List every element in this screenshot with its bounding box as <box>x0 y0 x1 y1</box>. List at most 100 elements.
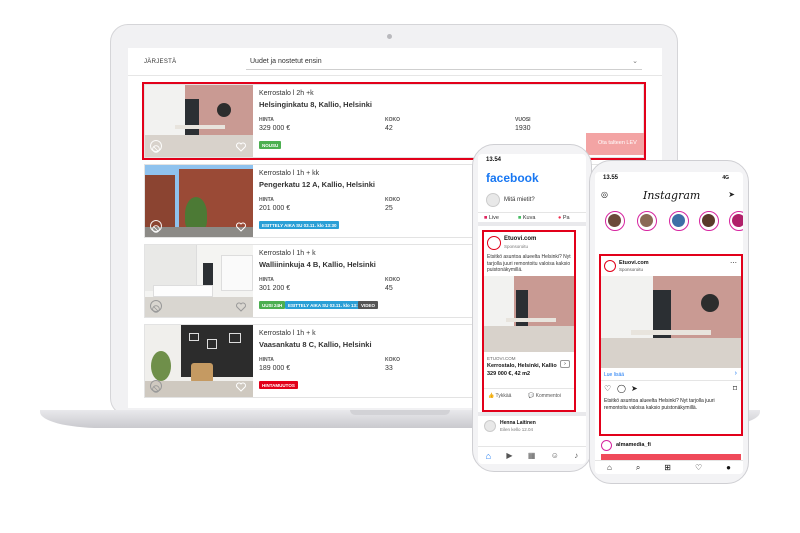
price-change-badge: HINTAMUUTOS <box>259 381 298 389</box>
activity-icon[interactable]: ♡ <box>695 463 702 472</box>
direct-message-icon[interactable]: ➤ <box>728 190 735 199</box>
status-badge: NOUSU <box>259 141 282 149</box>
story-avatar[interactable] <box>699 211 719 231</box>
comment-icon[interactable]: ◯ <box>617 384 626 393</box>
status-prompt[interactable]: Mitä mietit? <box>504 197 535 203</box>
photo-label: Kuva <box>522 215 536 221</box>
story-avatar[interactable] <box>637 211 657 231</box>
size-label: KOKO <box>385 277 400 283</box>
post-body: Etsitkö asuntoa alueelta Helsinki? Nyt t… <box>487 254 571 273</box>
post-image <box>484 276 574 352</box>
hide-icon[interactable] <box>150 380 162 393</box>
price-value: 201 000 € <box>259 205 291 212</box>
new-badge: UUSI 24H <box>259 301 286 309</box>
instagram-screen: 13.55 4G ◎ Instagram ➤ Etuovi.com Sponso… <box>595 172 743 474</box>
more-options-icon[interactable]: ⋯ <box>730 259 737 267</box>
next-post-meta: Eilen kello 12.04 <box>500 427 534 432</box>
story-avatar[interactable] <box>605 211 625 231</box>
comment-button[interactable]: 💬 Kommentoi <box>528 393 561 399</box>
price-value: 301 200 € <box>259 285 291 292</box>
home-icon[interactable]: ⌂ <box>486 451 491 461</box>
search-icon[interactable]: ⌕ <box>636 463 640 473</box>
advertiser-name: Etuovi.com <box>504 236 537 242</box>
checkin-label: Pa <box>562 215 570 221</box>
save-listing-label: Ota talteen LEV <box>598 140 637 146</box>
facebook-screen: 13.54 facebook Mitä mietit? ■ Live ■ Kuv… <box>478 154 586 464</box>
next-post-user: almamedia_fi <box>616 442 651 448</box>
camera-icon[interactable]: ◎ <box>601 190 608 199</box>
hide-icon[interactable] <box>150 220 162 233</box>
notifications-icon[interactable]: ♪ <box>574 451 578 460</box>
sponsored-post[interactable]: Etuovi.com Sponsoroitu Etsitkö asuntoa a… <box>482 230 576 412</box>
live-button[interactable]: ■ Live <box>484 215 499 221</box>
learn-more-bar[interactable]: Lue lisää › <box>601 369 741 381</box>
listing-address: Pengerkatu 12 A, Kallio, Helsinki <box>259 180 376 189</box>
next-post-user: Henna Laitinen <box>500 420 536 426</box>
listing-photo <box>145 245 253 317</box>
link-price: 329 000 €, 42 m2 <box>487 371 531 377</box>
hide-icon[interactable] <box>150 300 162 313</box>
size-value: 45 <box>385 285 393 292</box>
post-caption: Etsitkö asuntoa alueelta Helsinki? Nyt t… <box>604 398 715 411</box>
like-label: Tykkää <box>495 393 512 399</box>
photo-button[interactable]: ■ Kuva <box>518 215 535 221</box>
learn-more-label: Lue lisää <box>604 372 625 378</box>
watch-icon[interactable]: ▶ <box>506 451 512 460</box>
size-label: KOKO <box>385 357 400 363</box>
bottom-nav: ⌂ ▶ ▦ ☺ ♪ <box>478 446 586 464</box>
bookmark-icon[interactable]: ⌑ <box>733 384 737 393</box>
avatar <box>484 420 496 432</box>
checkin-button[interactable]: ● Pa <box>558 215 570 221</box>
size-value: 42 <box>385 125 393 132</box>
live-label: Live <box>488 215 499 221</box>
listing-title: Kerrostalo l 1h + k <box>259 330 316 337</box>
sponsored-post[interactable]: Etuovi.com Sponsoroitu ⋯ Lue lisää › ♡ ◯… <box>599 254 743 436</box>
like-icon: 👍 <box>488 393 495 399</box>
story-avatar[interactable] <box>669 211 689 231</box>
price-label: HINTA <box>259 277 274 283</box>
status-time: 13.55 <box>603 175 619 181</box>
size-value: 25 <box>385 205 393 212</box>
price-label: HINTA <box>259 357 274 363</box>
story-avatar[interactable] <box>729 211 743 231</box>
like-icon[interactable]: ♡ <box>604 384 611 393</box>
laptop-camera <box>387 34 392 39</box>
groups-icon[interactable]: ☺ <box>551 451 559 460</box>
profile-icon[interactable]: ● <box>726 463 731 472</box>
listing-address: Walliininkuja 4 B, Kallio, Helsinki <box>259 260 376 269</box>
post-image <box>601 276 741 368</box>
listing-title: Kerrostalo l 2h +k <box>259 90 314 97</box>
home-icon[interactable]: ⌂ <box>607 463 612 472</box>
laptop-notch <box>350 410 450 415</box>
marketplace-icon[interactable]: ▦ <box>528 451 536 460</box>
heart-icon[interactable] <box>235 220 247 232</box>
size-value: 33 <box>385 365 393 372</box>
link-headline[interactable]: Kerrostalo, Helsinki, Kallio <box>487 363 557 369</box>
price-value: 189 000 € <box>259 365 291 372</box>
add-post-icon[interactable]: ⊞ <box>664 463 671 472</box>
video-badge: VIDEO <box>358 301 379 309</box>
advertiser-name: Etuovi.com <box>619 260 649 266</box>
sort-select[interactable]: Uudet ja nostetut ensin ⌄ <box>246 54 642 70</box>
hide-icon[interactable] <box>150 140 162 153</box>
sponsored-label: Sponsoroitu <box>619 267 644 272</box>
showing-badge: ESITTELY AIKA SU 03.11. klo 13:30 <box>285 301 366 309</box>
share-icon[interactable]: ➤ <box>631 384 638 393</box>
year-label: VUOSI <box>515 117 531 123</box>
link-domain: ETUOVI.COM <box>487 356 516 361</box>
composer-actions: ■ Live ■ Kuva ● Pa <box>478 212 586 226</box>
year-value: 1930 <box>515 125 531 132</box>
price-value: 329 000 € <box>259 125 291 132</box>
save-listing-button[interactable]: Ota talteen LEV <box>586 133 644 155</box>
avatar <box>601 440 612 451</box>
like-button[interactable]: 👍 Tykkää <box>488 393 511 399</box>
heart-icon[interactable] <box>235 380 247 392</box>
heart-icon[interactable] <box>235 300 247 312</box>
chevron-right-icon: › <box>734 370 737 377</box>
heart-icon[interactable] <box>235 140 247 152</box>
listing-photo <box>145 165 253 237</box>
listing-title: Kerrostalo l 1h + kk <box>259 170 320 177</box>
post-actions: 👍 Tykkää 💬 Kommentoi <box>484 388 574 404</box>
comment-label: Kommentoi <box>535 393 561 399</box>
more-info-icon[interactable]: › <box>560 360 570 368</box>
